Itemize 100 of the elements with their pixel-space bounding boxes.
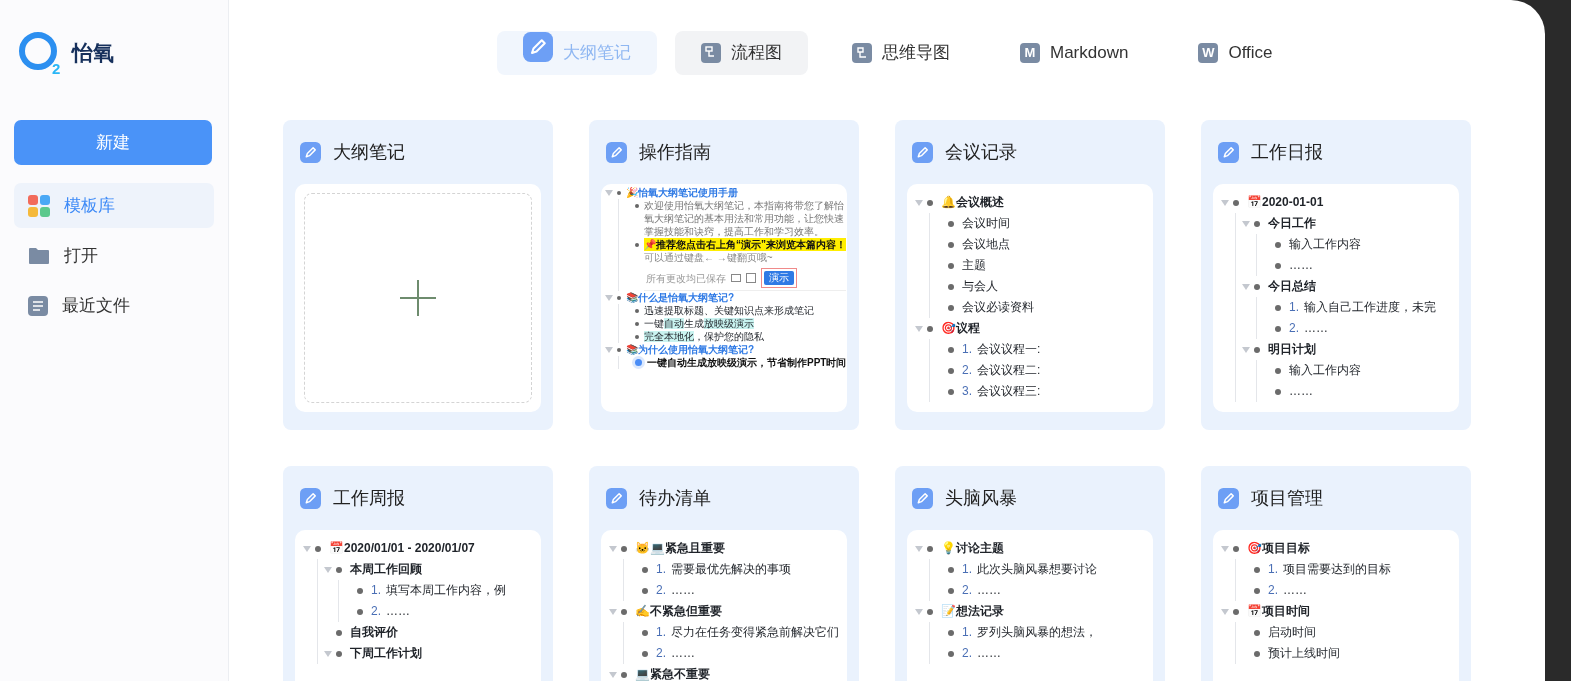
saved-status-text: 所有更改均已保存 [646, 271, 726, 285]
outline-text: …… [671, 582, 695, 599]
list-number: 2. [962, 362, 972, 379]
present-button[interactable]: 演示 [764, 271, 794, 285]
list-number: 1. [962, 341, 972, 358]
card-title: 工作日报 [1251, 140, 1323, 164]
list-number: 1. [656, 624, 666, 641]
list-number: 1. [962, 624, 972, 641]
outline-preview[interactable]: 🔔会议概述 会议时间 会议地点 主题 与会人 会议必读资料 🎯议程 1. 会议议程一: 2. 会议议程二: 3. 会议议程三: [907, 184, 1153, 412]
pen-icon [606, 487, 627, 509]
list-number: 2. [656, 582, 666, 599]
outline-preview[interactable]: 🐱💻紧急且重要 1. 需要最优先解决的事项 2. …… ✍不紧急但重要 1. 尽力在任务变得紧急前解决它们 2. …… 💻紧急不重要 [601, 530, 847, 681]
expanded-caret-icon[interactable] [1221, 607, 1229, 616]
list-number: 2. [1289, 320, 1299, 337]
mail-icon [731, 274, 741, 282]
outline-text: 完全本地化，保护您的隐私 [644, 330, 764, 343]
expanded-caret-icon[interactable] [609, 670, 617, 679]
list-number: 2. [656, 645, 666, 662]
outline-text: 🎯议程 [941, 320, 980, 337]
template-card[interactable]: 大纲笔记 [283, 120, 553, 430]
template-card[interactable]: 待办清单 🐱💻紧急且重要 1. 需要最优先解决的事项 2. …… ✍不紧急但重要 1. 尽力在任务变得紧急前解决它们 2. …… 💻紧急不重要 [589, 466, 859, 681]
expanded-caret-icon[interactable] [1242, 219, 1250, 228]
outline-text: 本周工作回顾 [350, 561, 422, 578]
outline-text: 与会人 [962, 278, 998, 295]
tab[interactable]: M Markdown [994, 30, 1155, 75]
outline-preview[interactable]: 📅2020/01/01 - 2020/01/07 本周工作回顾 1. 填写本周工作内容，例 2. …… 自我评价 下周工作计划 [295, 530, 541, 681]
expanded-caret-icon[interactable] [303, 544, 311, 553]
outline-text: 会议议程二: [977, 362, 1041, 379]
pen-icon [912, 141, 933, 163]
template-card[interactable]: 工作日报 📅2020-01-01 今日工作 输入工作内容 …… 今日总结 1. 输入自己工作进度，未完 2. …… 明日计划 输入工作内容 …… [1201, 120, 1471, 430]
template-card[interactable]: 工作周报 📅2020/01/01 - 2020/01/07 本周工作回顾 1. 填写本周工作内容，例 2. …… 自我评价 下周工作计划 [283, 466, 553, 681]
outline-preview[interactable]: 🎯项目目标 1. 项目需要达到的目标 2. …… 📅项目时间 启动时间 预计上线时间 [1213, 530, 1459, 681]
outline-text: …… [1289, 257, 1313, 274]
app-name: 怡氧 [72, 39, 115, 66]
pen-icon [300, 141, 321, 163]
sidebar-item[interactable]: 打开 [14, 233, 214, 278]
outline-text: 📅2020-01-01 [1247, 194, 1324, 211]
expanded-caret-icon[interactable] [605, 345, 613, 354]
list-number: 2. [962, 582, 972, 599]
expanded-caret-icon[interactable] [915, 198, 923, 207]
template-card[interactable]: 会议记录 🔔会议概述 会议时间 会议地点 主题 与会人 会议必读资料 🎯议程 1. 会议议程一: 2. 会议议程二: 3. 会议议程三: [895, 120, 1165, 430]
outline-preview[interactable]: 📅2020-01-01 今日工作 输入工作内容 …… 今日总结 1. 输入自己工作进度，未完 2. …… 明日计划 输入工作内容 …… [1213, 184, 1459, 412]
outline-text: 📅项目时间 [1247, 603, 1310, 620]
pen-icon [912, 487, 933, 509]
expanded-caret-icon[interactable] [1221, 544, 1229, 553]
template-card[interactable]: 头脑风暴 💡讨论主题 1. 此次头脑风暴想要讨论 2. …… 📝想法记录 1. 罗列头脑风暴的想法， 2. …… [895, 466, 1165, 681]
outline-preview[interactable]: 💡讨论主题 1. 此次头脑风暴想要讨论 2. …… 📝想法记录 1. 罗列头脑风暴的想法， 2. …… [907, 530, 1153, 681]
template-card[interactable] [589, 120, 859, 430]
outline-text: 自我评价 [350, 624, 398, 641]
outline-text: 此次头脑风暴想要讨论 [977, 561, 1097, 578]
pen-icon [606, 141, 627, 163]
expanded-caret-icon[interactable] [915, 544, 923, 553]
outline-text: 会议必读资料 [962, 299, 1034, 316]
outline-text: 输入工作内容 [1289, 362, 1361, 379]
outline-text: 💡讨论主题 [941, 540, 1004, 557]
outline-text: 今日总结 [1268, 278, 1316, 295]
list-number: 2. [1268, 582, 1278, 599]
outline-note: 可以通过键盘← →键翻页哦~ [644, 251, 774, 264]
expanded-caret-icon[interactable] [324, 565, 332, 574]
pen-icon [523, 31, 553, 62]
outline-text: 填写本周工作内容，例 [386, 582, 506, 599]
card-title: 工作周报 [333, 486, 405, 510]
card-title: 大纲笔记 [333, 140, 405, 164]
colorful-grid-icon [28, 194, 50, 217]
expanded-caret-icon[interactable] [609, 607, 617, 616]
outline-text: 📚什么是怡氧大纲笔记? [626, 291, 735, 304]
expanded-caret-icon[interactable] [605, 293, 613, 302]
outline-text: 一键自动生成放映级演示 [644, 317, 754, 330]
letter-badge-icon: W [1198, 42, 1219, 63]
card-title: 头脑风暴 [945, 486, 1017, 510]
outline-text: 主题 [962, 257, 986, 274]
tab[interactable]: W Office [1172, 30, 1299, 75]
expanded-caret-icon[interactable] [1242, 345, 1250, 354]
list-number: 1. [1289, 299, 1299, 316]
expanded-caret-icon[interactable] [915, 607, 923, 616]
list-number: 1. [371, 582, 381, 599]
outline-text: 一键自动生成放映级演示，节省制作PPT时间 [647, 356, 847, 369]
expanded-caret-icon[interactable] [609, 544, 617, 553]
outline-text: 📅2020/01/01 - 2020/01/07 [329, 540, 475, 557]
blank-preview[interactable] [295, 184, 541, 412]
outline-text: 📝想法记录 [941, 603, 1004, 620]
expanded-caret-icon[interactable] [1242, 282, 1250, 291]
template-card[interactable]: 项目管理 🎯项目目标 1. 项目需要达到的目标 2. …… 📅项目时间 启动时间 预计上线时间 [1201, 466, 1471, 681]
expanded-caret-icon[interactable] [605, 188, 613, 197]
card-title: 待办清单 [639, 486, 711, 510]
outline-text: …… [1304, 320, 1328, 337]
outline-text: …… [386, 603, 410, 620]
list-number: 1. [1268, 561, 1278, 578]
expanded-caret-icon[interactable] [915, 324, 923, 333]
outline-text: …… [671, 645, 695, 662]
expanded-caret-icon[interactable] [1221, 198, 1229, 207]
sidebar-item[interactable]: 最近文件 [14, 283, 214, 328]
outline-preview[interactable] [601, 184, 847, 412]
expanded-caret-icon[interactable] [324, 649, 332, 658]
outline-text: 输入自己工作进度，未完 [1304, 299, 1436, 316]
flowchart-icon [701, 42, 721, 63]
pen-icon [300, 487, 321, 509]
outline-text: 🐱💻紧急且重要 [635, 540, 725, 557]
tab[interactable]: 思维导图 [826, 30, 976, 75]
tab[interactable]: 流程图 [675, 30, 808, 75]
